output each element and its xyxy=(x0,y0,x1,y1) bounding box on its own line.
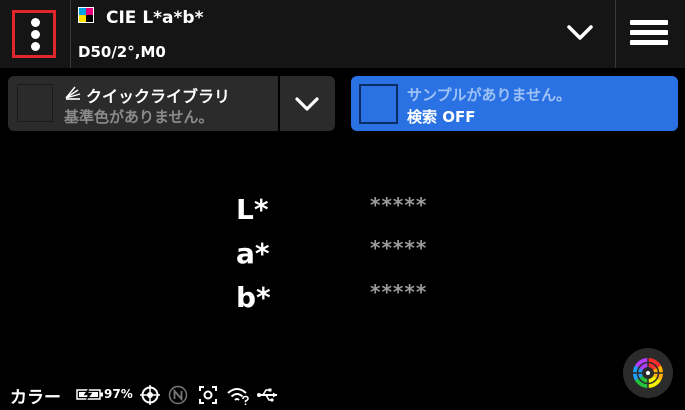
library-panel-divider xyxy=(278,76,280,131)
wifi-question-icon xyxy=(227,388,249,405)
a-star-label: a* xyxy=(236,237,270,270)
usb-icon xyxy=(257,388,277,402)
chevron-down-icon xyxy=(567,25,593,40)
color-wheel-icon xyxy=(632,358,664,388)
b-star-label: b* xyxy=(236,281,271,314)
more-vertical-icon-dot xyxy=(31,30,40,39)
l-star-label: L* xyxy=(236,193,269,226)
more-vertical-icon xyxy=(31,18,40,27)
sample-color-swatch xyxy=(359,84,398,124)
b-star-value: ***** xyxy=(370,280,428,304)
quick-library-title: クイックライブラリ xyxy=(86,87,231,106)
cmyk-icon xyxy=(78,7,94,23)
n-badge-icon xyxy=(168,385,188,405)
more-options-button[interactable] xyxy=(12,10,56,58)
color-space-title: CIE L*a*b* xyxy=(106,8,204,28)
search-status: 検索 OFF xyxy=(407,108,476,126)
battery-percent: 97% xyxy=(104,387,133,401)
more-vertical-icon-dot xyxy=(31,42,40,51)
l-star-value: ***** xyxy=(370,193,428,217)
reference-color-swatch xyxy=(17,84,53,122)
measurement-mode-label: カラー xyxy=(10,388,61,408)
header-divider xyxy=(70,0,71,68)
chevron-down-icon xyxy=(295,97,319,111)
battery-charging-icon xyxy=(76,388,103,401)
header-divider xyxy=(615,0,616,68)
header-bar: CIE L*a*b* D50/2°,M0 xyxy=(0,0,685,68)
hamburger-menu-icon-bar xyxy=(630,30,668,35)
sample-panel[interactable]: サンプルがありません。 検索 OFF xyxy=(351,76,678,131)
library-dropdown-button[interactable] xyxy=(292,89,322,119)
a-star-value: ***** xyxy=(370,236,428,260)
main-menu-button[interactable] xyxy=(630,18,670,48)
color-wheel-button[interactable] xyxy=(623,348,673,398)
illuminant-observer-label: D50/2°,M0 xyxy=(78,43,166,61)
camera-frame-icon xyxy=(199,386,217,404)
library-fan-icon xyxy=(65,86,81,100)
target-icon xyxy=(140,385,160,405)
color-space-dropdown-button[interactable] xyxy=(560,16,600,52)
quick-library-panel[interactable]: クイックライブラリ 基準色がありません。 xyxy=(8,76,335,131)
sample-status: サンプルがありません。 xyxy=(407,86,572,104)
hamburger-menu-icon-bar xyxy=(630,40,668,45)
reference-color-status: 基準色がありません。 xyxy=(64,108,214,126)
hamburger-menu-icon xyxy=(630,20,668,25)
